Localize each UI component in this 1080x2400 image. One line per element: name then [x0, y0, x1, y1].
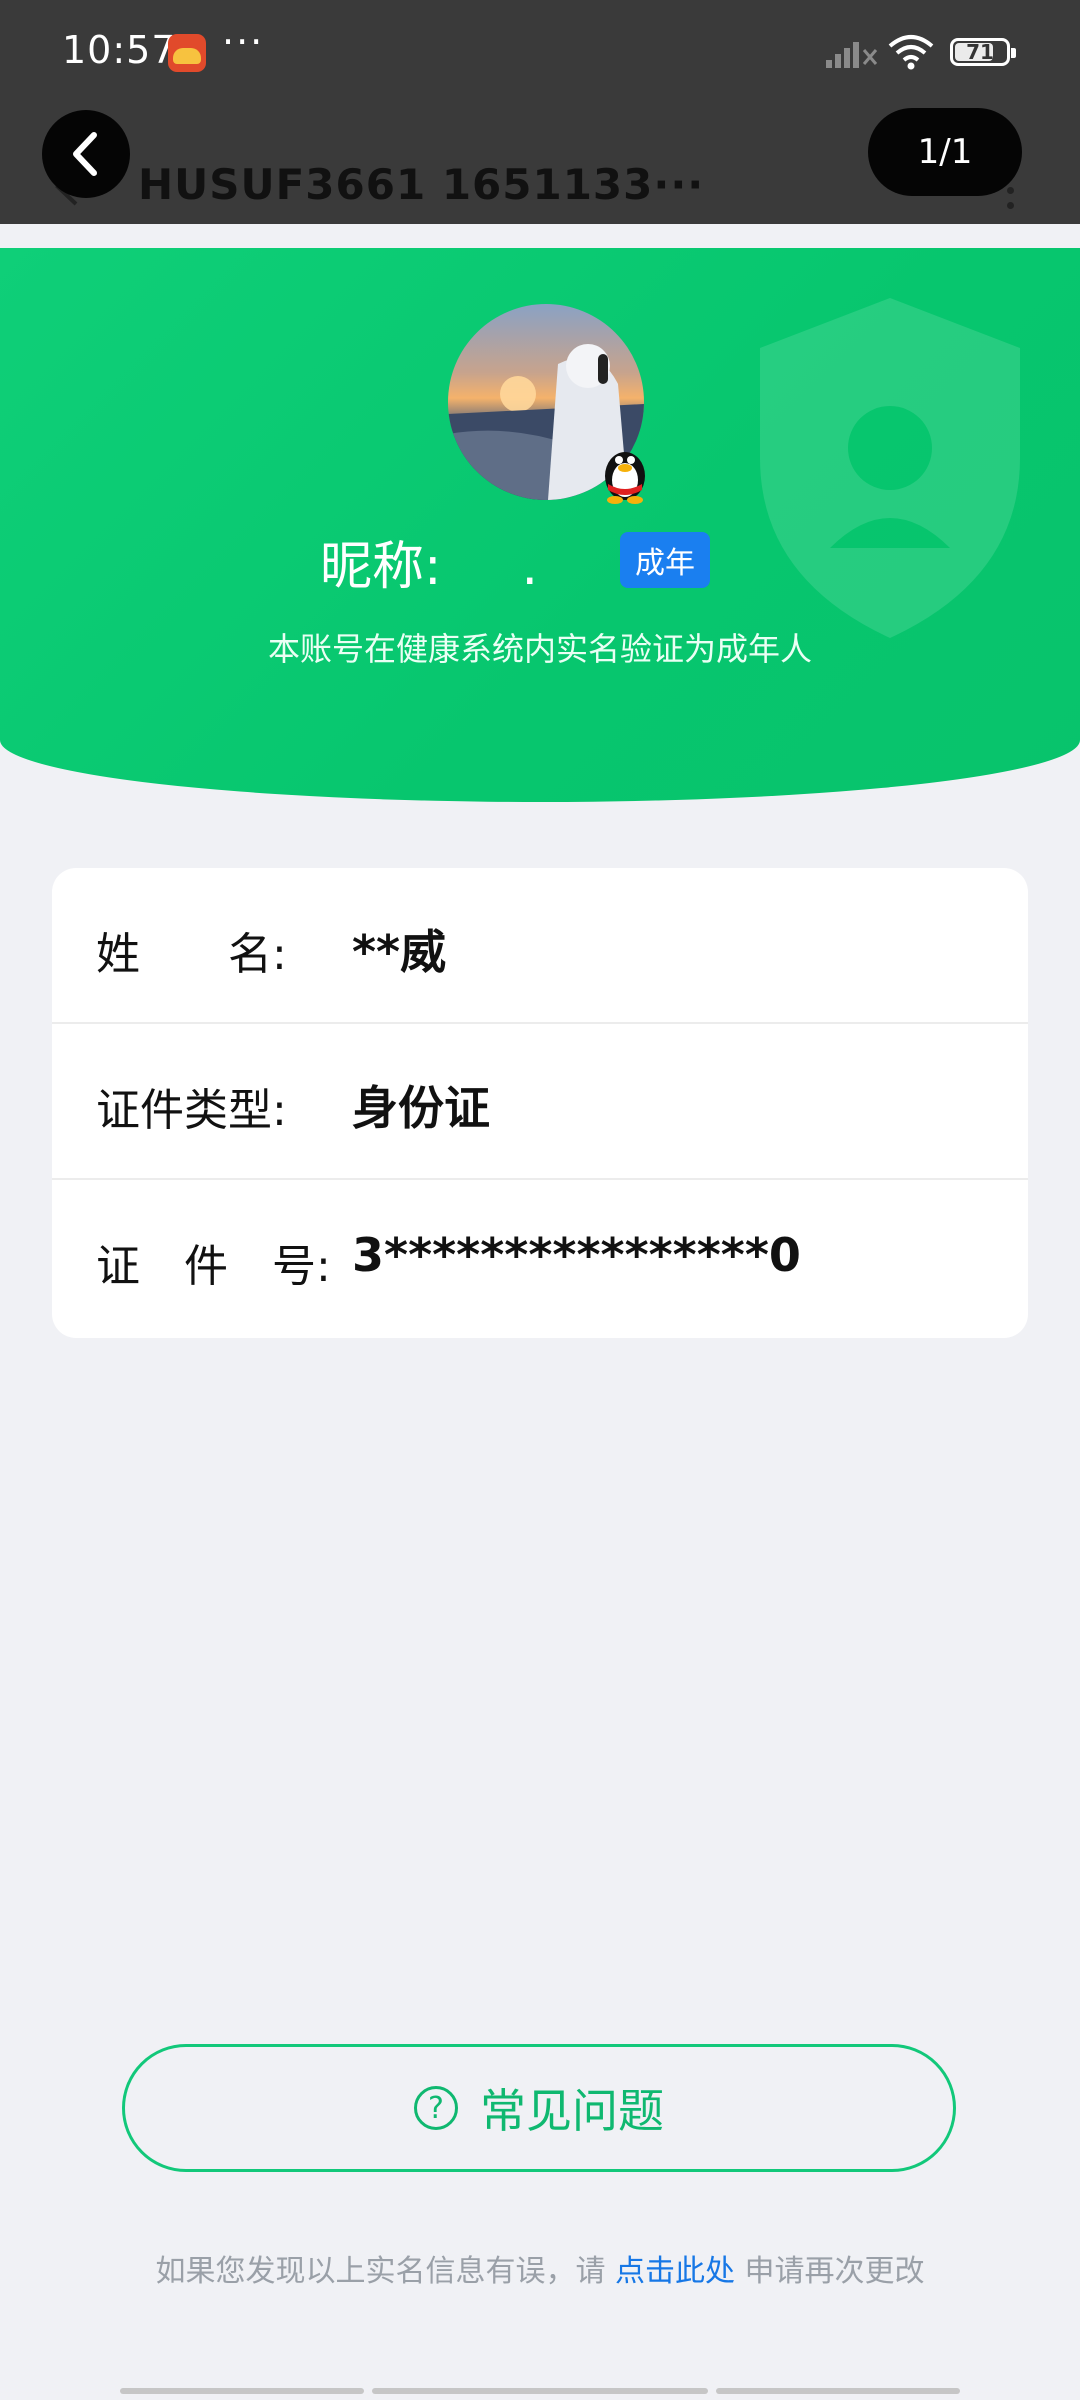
faq-label: 常见问题 [480, 2084, 664, 2138]
progress-segment-3 [716, 2388, 960, 2394]
adult-badge: 成年 [620, 532, 710, 588]
page-title: HUSUF3661 1651133··· [138, 160, 705, 209]
qq-penguin-icon [605, 452, 645, 504]
info-row-name: 姓 名: **威 [52, 868, 1028, 1024]
more-notifications-icon: ··· [222, 20, 265, 64]
battery-level: 71 [966, 40, 994, 64]
verification-description: 本账号在健康系统内实名验证为成年人 [267, 630, 812, 668]
nickname: 昵称:. [320, 524, 538, 599]
name-value: **威 [352, 925, 447, 979]
notice-suffix: 申请再次更改 [735, 2254, 925, 2289]
progress-segment-2 [372, 2388, 708, 2394]
id-type-label: 证件类型: [96, 1085, 287, 1136]
correction-link[interactable]: 点击此处 [615, 2254, 735, 2289]
battery-icon: 71 [950, 38, 1016, 66]
identity-info-card: 姓 名: **威 证件类型: 身份证 证 件 号: 3*************… [52, 868, 1028, 1338]
faq-button[interactable]: ? 常见问题 [122, 2044, 956, 2172]
progress-segment-1 [120, 2388, 364, 2394]
id-type-value: 身份证 [352, 1081, 490, 1135]
back-button[interactable] [42, 110, 130, 198]
id-number-value: 3****************0 [352, 1228, 801, 1282]
shield-watermark-icon [760, 298, 1020, 638]
correction-notice: 如果您发现以上实名信息有误，请 点击此处 申请再次更改 [0, 2246, 1080, 2290]
signal-icon [826, 42, 878, 68]
question-circle-icon: ? [414, 2086, 458, 2130]
name-label: 姓 名: [96, 929, 287, 980]
notification-app-icon [168, 34, 206, 72]
notice-prefix: 如果您发现以上实名信息有误，请 [155, 2254, 615, 2289]
nickname-label: 昵称: [320, 537, 442, 597]
id-number-label: 证 件 号: [96, 1241, 331, 1292]
chevron-left-icon [73, 132, 97, 176]
status-and-header-bar: 10:57 ··· 71 HUSUF3661 1651133··· 1/1 [0, 0, 1080, 224]
info-row-id-type: 证件类型: 身份证 [52, 1024, 1028, 1180]
status-time: 10:57 [62, 28, 177, 72]
nickname-value: . [521, 537, 539, 597]
wifi-icon [888, 35, 934, 70]
page-indicator: 1/1 [868, 108, 1022, 196]
info-row-id-number: 证 件 号: 3****************0 [52, 1180, 1028, 1336]
